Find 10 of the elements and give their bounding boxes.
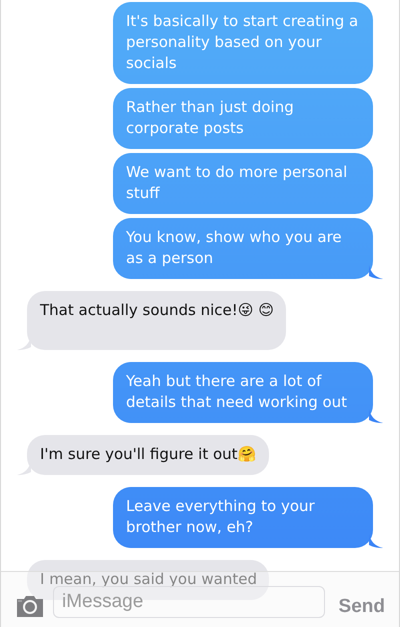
sent-message: Leave everything to your brother now, eh? — [113, 487, 373, 548]
sent-message: We want to do more personal stuff — [113, 153, 373, 214]
camera-icon[interactable] — [15, 594, 45, 618]
send-button[interactable]: Send — [332, 596, 385, 618]
sent-message: You know, show who you are as a person — [113, 218, 373, 279]
received-message: I'm sure you'll figure it out🤗 — [27, 435, 269, 475]
sent-message: Rather than just doing corporate posts — [113, 88, 373, 149]
sent-message: Yeah but there are a lot of details that need working out — [113, 362, 373, 423]
sent-message: It's basically to start creating a personality based on your socials — [113, 2, 373, 84]
received-message: That actually sounds nice!😜 😊 — [27, 291, 286, 350]
